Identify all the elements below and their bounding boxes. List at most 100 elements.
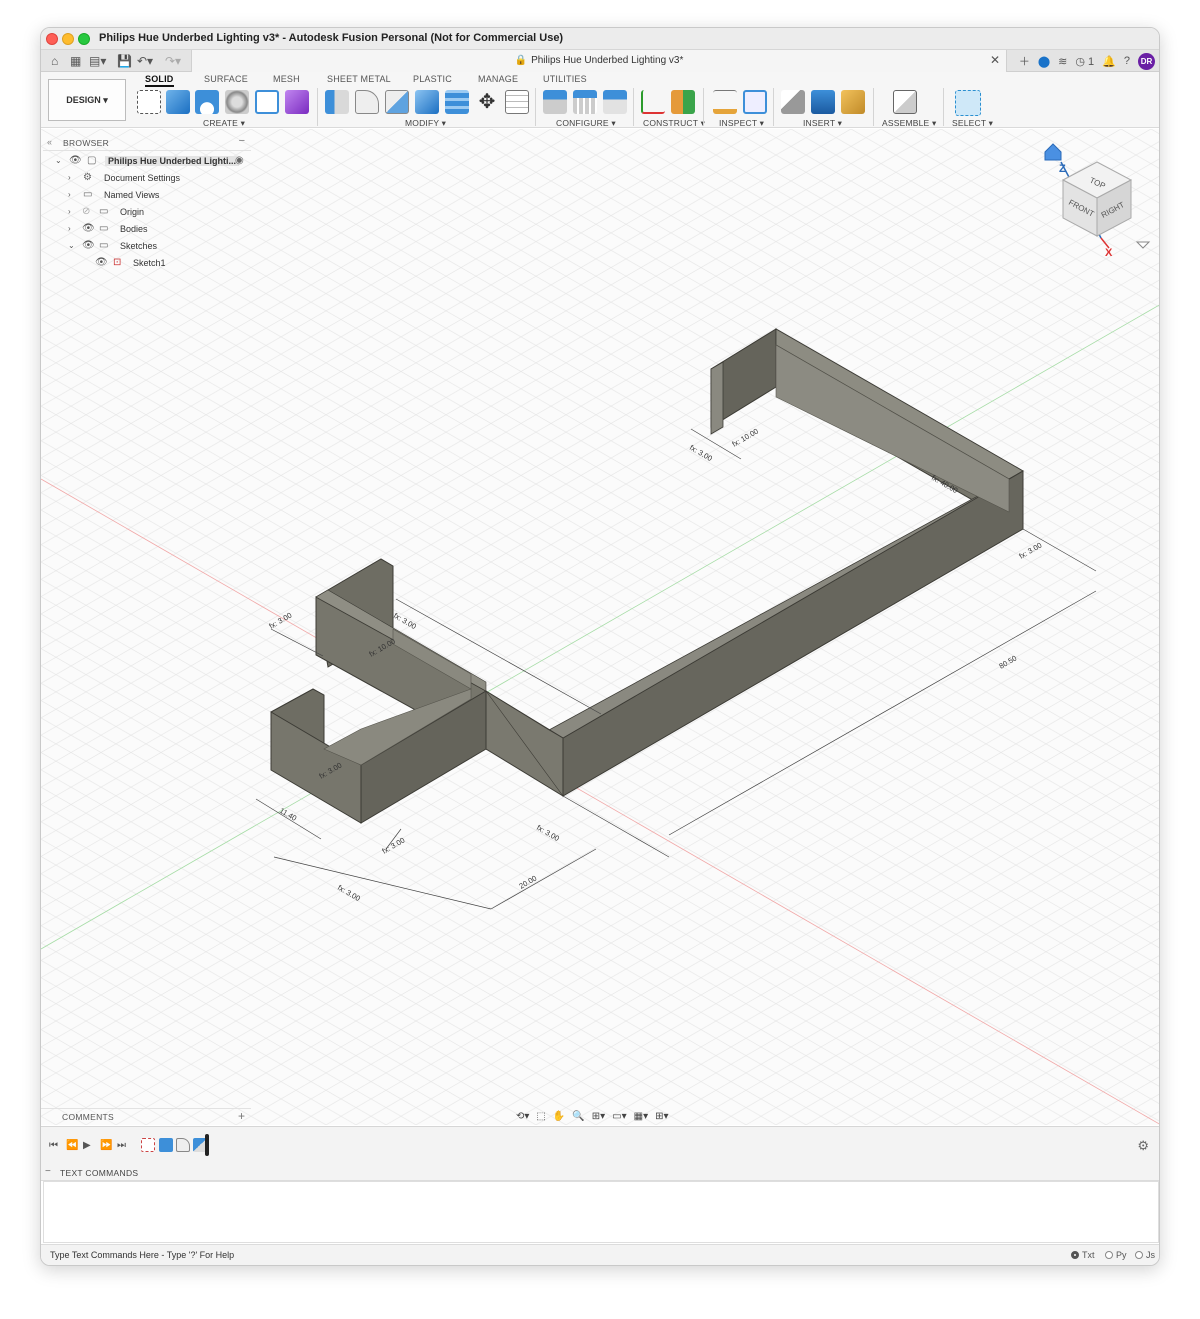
modify-group-label[interactable]: MODIFY ▾ xyxy=(405,118,446,129)
tab-surface[interactable]: SURFACE xyxy=(204,74,248,84)
canvas-viewport[interactable]: fx: 3.00 fx: 10.00 fx: 40.00 fx: 3.00 80… xyxy=(41,129,1159,1125)
tree-item-root-component[interactable]: ⌄ 👁 ▢ Philips Hue Underbed Lighti... ◉ xyxy=(41,154,251,170)
redo-icon[interactable]: ↷▾ xyxy=(165,53,181,69)
help-icon[interactable]: ? xyxy=(1124,55,1130,67)
view-cube[interactable]: Z X TOP FRONT RIGHT xyxy=(1041,138,1151,258)
tree-item-document-settings[interactable]: › ⚙ Document Settings xyxy=(41,171,251,187)
fillet-icon[interactable] xyxy=(355,90,379,114)
chevron-down-icon[interactable]: ⌄ xyxy=(68,241,75,250)
grid-icon[interactable]: ▦ xyxy=(70,53,81,69)
data-panel-icon[interactable]: ≋ xyxy=(1058,55,1067,68)
create-form-icon[interactable] xyxy=(285,90,309,114)
split-body-icon[interactable] xyxy=(445,90,469,114)
insert-group-label[interactable]: INSERT ▾ xyxy=(803,118,842,129)
timeline-next-icon[interactable]: ⏩ xyxy=(100,1140,112,1151)
chevron-down-icon[interactable]: ⌄ xyxy=(55,156,62,165)
create-group-label[interactable]: CREATE ▾ xyxy=(203,118,245,129)
hole-icon[interactable] xyxy=(225,90,249,114)
chevron-right-icon[interactable]: › xyxy=(68,173,71,182)
inspect-group-label[interactable]: INSPECT ▾ xyxy=(719,118,764,129)
configure-rules-icon[interactable] xyxy=(603,90,627,114)
collapse-panel-icon[interactable]: « xyxy=(47,137,52,147)
mode-radio-txt[interactable]: Txt xyxy=(1071,1250,1095,1260)
visibility-eye-icon[interactable]: 👁 xyxy=(82,240,95,251)
text-commands-header[interactable]: − TEXT COMMANDS xyxy=(41,1166,1159,1181)
look-at-icon[interactable]: ⬚ xyxy=(536,1111,545,1122)
activate-radio-icon[interactable]: ◉ xyxy=(235,155,244,166)
workspace-switcher-button[interactable]: DESIGN ▾ xyxy=(48,79,126,121)
create-sketch-icon[interactable] xyxy=(137,90,161,114)
timeline-marker[interactable] xyxy=(205,1134,209,1156)
viewports-icon[interactable]: ⊞▾ xyxy=(655,1111,668,1122)
joint-icon[interactable] xyxy=(893,90,917,114)
tree-item-named-views[interactable]: › ▭ Named Views xyxy=(41,188,251,204)
timeline-fillet-feature[interactable] xyxy=(176,1138,190,1152)
revolve-icon[interactable] xyxy=(195,90,219,114)
document-tab[interactable]: 🔒 Philips Hue Underbed Lighting v3* ✕ xyxy=(191,50,1007,72)
tree-item-bodies[interactable]: › 👁 ▭ Bodies xyxy=(41,222,251,238)
timeline-start-icon[interactable]: ⏮ xyxy=(49,1140,58,1151)
chevron-right-icon[interactable]: › xyxy=(68,190,71,199)
visibility-eye-icon[interactable]: 👁 xyxy=(95,257,108,268)
undo-icon[interactable]: ↶▾ xyxy=(137,53,153,69)
configuration-table-icon[interactable] xyxy=(573,90,597,114)
fit-icon[interactable]: ⊞▾ xyxy=(592,1111,605,1122)
minimize-text-commands-icon[interactable]: − xyxy=(45,1166,51,1177)
press-pull-icon[interactable] xyxy=(325,90,349,114)
minimize-window-button[interactable] xyxy=(62,33,74,45)
configure-icon[interactable] xyxy=(543,90,567,114)
chevron-right-icon[interactable]: › xyxy=(68,224,71,233)
plane-icon[interactable] xyxy=(671,90,695,114)
insert-mesh-icon[interactable] xyxy=(841,90,865,114)
orbit-icon[interactable]: ⟲▾ xyxy=(516,1111,529,1122)
change-parameters-icon[interactable] xyxy=(505,90,529,114)
zoom-icon[interactable]: 🔍 xyxy=(572,1111,584,1122)
model-canvas[interactable]: fx: 3.00 fx: 10.00 fx: 40.00 fx: 3.00 80… xyxy=(41,129,1159,1125)
tab-plastic[interactable]: PLASTIC xyxy=(413,74,452,84)
timeline-previous-icon[interactable]: ⏪ xyxy=(66,1140,78,1151)
extrude-icon[interactable] xyxy=(166,90,190,114)
insert-canvas-icon[interactable] xyxy=(811,90,835,114)
construct-group-label[interactable]: CONSTRUCT ▾ xyxy=(643,118,705,129)
comments-panel[interactable]: COMMENTS + xyxy=(41,1108,251,1125)
tree-item-sketches[interactable]: ⌄ 👁 ▭ Sketches xyxy=(41,239,251,255)
notifications-icon[interactable]: 🔔 xyxy=(1102,55,1116,68)
grid-settings-icon[interactable]: ▦▾ xyxy=(634,1111,648,1122)
browser-header[interactable]: « BROWSER − xyxy=(43,135,251,151)
combine-icon[interactable] xyxy=(415,90,439,114)
text-commands-input[interactable]: Type Text Commands Here - Type '?' For H… xyxy=(41,1244,1159,1265)
move-copy-icon[interactable]: ✥ xyxy=(475,90,499,114)
chevron-right-icon[interactable]: › xyxy=(68,207,71,216)
insert-derive-icon[interactable] xyxy=(781,90,805,114)
timeline-end-icon[interactable]: ⏭ xyxy=(117,1140,126,1151)
minimize-browser-icon[interactable]: − xyxy=(239,135,245,147)
timeline-play-icon[interactable]: ▶ xyxy=(83,1140,91,1151)
pan-icon[interactable]: ✋ xyxy=(553,1111,565,1122)
select-icon[interactable] xyxy=(955,90,981,116)
home-icon[interactable]: ⌂ xyxy=(51,53,58,69)
tree-item-sketch1[interactable]: 👁 ⊡ Sketch1 xyxy=(41,256,251,272)
tree-item-origin[interactable]: › ⊘ ▭ Origin xyxy=(41,205,251,221)
measure-icon[interactable] xyxy=(713,90,737,114)
configure-group-label[interactable]: CONFIGURE ▾ xyxy=(556,118,616,129)
tab-manage[interactable]: MANAGE xyxy=(478,74,518,84)
home-view-icon[interactable] xyxy=(1044,143,1062,161)
select-group-label[interactable]: SELECT ▾ xyxy=(952,118,993,129)
visibility-eye-icon[interactable]: 👁 xyxy=(69,155,82,166)
extensions-icon[interactable]: ⬤ xyxy=(1038,55,1050,68)
timeline-settings-gear-icon[interactable]: ⚙ xyxy=(1137,1138,1149,1154)
shell-icon[interactable] xyxy=(385,90,409,114)
tab-mesh[interactable]: MESH xyxy=(273,74,300,84)
tab-sheet-metal[interactable]: SHEET METAL xyxy=(327,74,391,84)
assemble-group-label[interactable]: ASSEMBLE ▾ xyxy=(882,118,936,129)
add-comment-icon[interactable]: + xyxy=(238,1109,245,1123)
job-status-icon[interactable]: ◷ 1 xyxy=(1075,55,1094,68)
user-avatar[interactable]: DR xyxy=(1138,52,1155,70)
section-analysis-icon[interactable] xyxy=(743,90,767,114)
save-icon[interactable]: 💾 xyxy=(117,53,132,69)
mode-radio-py[interactable]: Py xyxy=(1105,1250,1127,1260)
file-menu-icon[interactable]: ▤▾ xyxy=(89,53,106,69)
timeline-sketch-feature[interactable] xyxy=(141,1138,155,1152)
visibility-eye-icon[interactable]: 👁 xyxy=(82,223,95,234)
close-tab-icon[interactable]: ✕ xyxy=(990,53,1000,67)
